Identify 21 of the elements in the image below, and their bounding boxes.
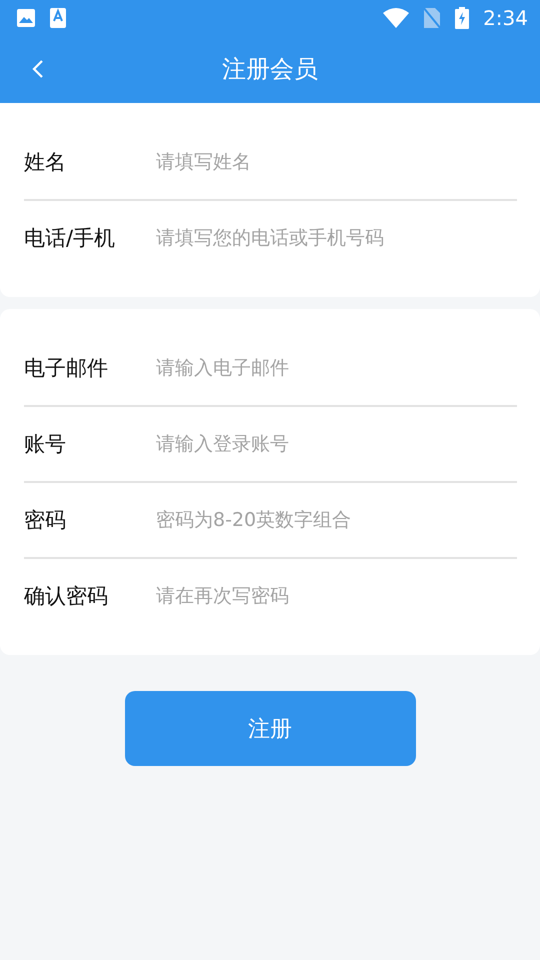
- status-time: 2:34: [483, 6, 528, 30]
- wifi-icon: [383, 8, 410, 28]
- input-field[interactable]: 请填写您的电话或手机号码: [156, 223, 517, 253]
- page-title: 注册会员: [222, 54, 318, 85]
- chevron-left-icon: [32, 59, 44, 79]
- text-icon: [50, 8, 66, 28]
- field-label: 电子邮件: [24, 355, 109, 382]
- input-field[interactable]: 密码为8-20英数字组合: [156, 505, 517, 535]
- field-label: 姓名: [24, 149, 67, 176]
- input-field[interactable]: 请在再次写密码: [156, 581, 517, 611]
- input-field[interactable]: 请输入电子邮件: [156, 353, 517, 383]
- field-label: 确认密码: [24, 583, 109, 610]
- field-label: 账号: [24, 431, 67, 458]
- input-field[interactable]: 请填写姓名: [156, 147, 517, 177]
- battery-charging-icon: [455, 6, 470, 28]
- field-label: 电话/手机: [24, 225, 116, 252]
- no-sim-icon: [423, 6, 442, 28]
- input-field[interactable]: 请输入登录账号: [156, 429, 517, 459]
- image-icon: [16, 8, 36, 28]
- field-label: 密码: [24, 507, 67, 534]
- register-button[interactable]: 注册: [124, 691, 416, 766]
